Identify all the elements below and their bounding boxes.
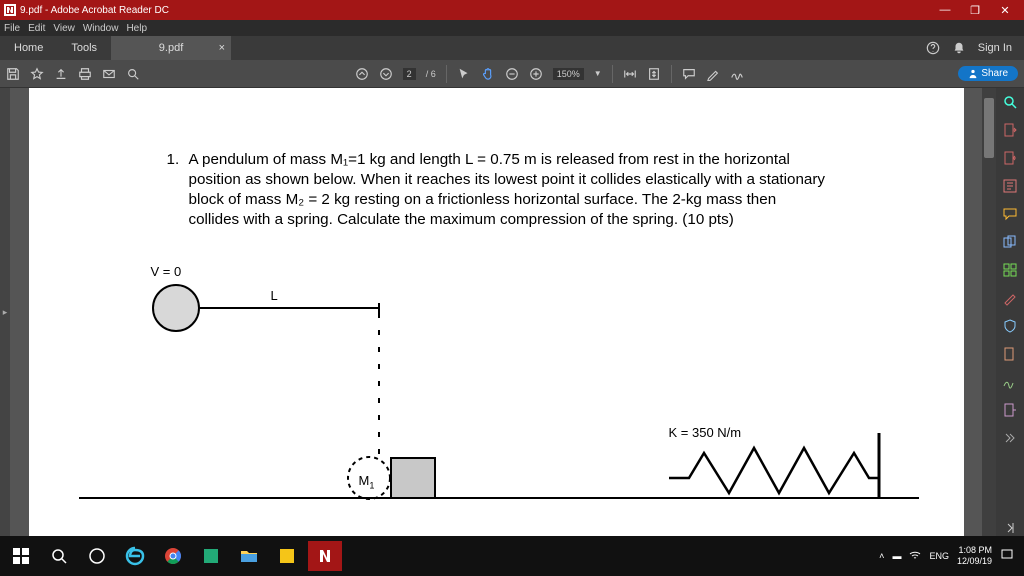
organize-icon[interactable] [1002,262,1018,278]
taskbar: ˄ ▬ ENG 1:08 PM 12/09/19 [0,536,1024,576]
export-pdf-icon[interactable] [1002,122,1018,138]
close-tab-icon[interactable]: × [219,42,225,54]
app2-icon[interactable] [270,541,304,571]
help-icon[interactable] [926,41,940,55]
menu-file[interactable]: File [4,23,20,34]
tabbar: Home Tools 9.pdf × Sign In [0,36,1024,60]
menu-help[interactable]: Help [126,23,147,34]
save-icon[interactable] [6,67,20,81]
comment-icon[interactable] [682,67,696,81]
toolbar: 2 / 6 150% ▼ Share [0,60,1024,88]
right-pane [996,88,1024,536]
convert-icon[interactable] [1002,430,1018,446]
workspace: ▸ 1. A pendulum of mass M₁=1 kg and leng… [0,88,1024,536]
document-area[interactable]: 1. A pendulum of mass M₁=1 kg and length… [10,88,982,536]
scrollbar[interactable] [982,88,996,536]
tab-home[interactable]: Home [0,36,57,60]
start-button[interactable] [4,541,38,571]
menubar: File Edit View Window Help [0,20,1024,36]
zoom-out-icon[interactable] [505,67,519,81]
minimize-button[interactable]: — [930,4,960,16]
cortana-icon[interactable] [80,541,114,571]
notifications-icon[interactable] [1000,548,1014,564]
fill-sign-icon[interactable] [1002,374,1018,390]
close-window-button[interactable]: ✕ [990,4,1020,17]
chrome-icon[interactable] [156,541,190,571]
create-pdf-icon[interactable] [1002,150,1018,166]
diagram [79,268,919,528]
search-taskbar-icon[interactable] [42,541,76,571]
print-icon[interactable] [78,67,92,81]
system-tray[interactable]: ˄ ▬ ENG 1:08 PM 12/09/19 [879,545,1020,567]
problem-number: 1. [167,150,180,170]
more-tools-icon[interactable] [1002,402,1018,418]
search-tool-icon[interactable] [1002,94,1018,110]
tab-document[interactable]: 9.pdf × [111,36,231,60]
language-indicator[interactable]: ENG [929,551,949,561]
star-icon[interactable] [30,67,44,81]
file-explorer-icon[interactable] [232,541,266,571]
page-total: / 6 [426,69,436,79]
app-icon [4,4,16,16]
acrobat-taskbar-icon[interactable] [308,541,342,571]
redact-icon[interactable] [1002,290,1018,306]
tray-chevron-icon[interactable]: ˄ [879,551,884,561]
scroll-thumb[interactable] [984,98,994,158]
titlebar: 9.pdf - Adobe Acrobat Reader DC — ❐ ✕ [0,0,1024,20]
sign-icon[interactable] [730,67,744,81]
upload-icon[interactable] [54,67,68,81]
combine-icon[interactable] [1002,234,1018,250]
menu-edit[interactable]: Edit [28,23,45,34]
menu-view[interactable]: View [53,23,75,34]
hand-icon[interactable] [481,67,495,81]
pointer-icon[interactable] [457,67,471,81]
search-icon[interactable] [126,67,140,81]
problem-text: 1. A pendulum of mass M₁=1 kg and length… [189,150,829,230]
share-button[interactable]: Share [958,66,1018,81]
bell-icon[interactable] [952,41,966,55]
menu-window[interactable]: Window [83,23,119,34]
fit-page-icon[interactable] [647,67,661,81]
pen-icon[interactable] [706,67,720,81]
window-title: 9.pdf - Adobe Acrobat Reader DC [20,5,169,16]
app1-icon[interactable] [194,541,228,571]
fit-width-icon[interactable] [623,67,637,81]
maximize-button[interactable]: ❐ [960,4,990,17]
compress-icon[interactable] [1002,346,1018,362]
page-down-icon[interactable] [379,67,393,81]
comment-tool-icon[interactable] [1002,206,1018,222]
wifi-icon[interactable] [909,549,921,563]
battery-icon[interactable]: ▬ [892,551,901,561]
tab-tools[interactable]: Tools [57,36,111,60]
edit-pdf-icon[interactable] [1002,178,1018,194]
page-up-icon[interactable] [355,67,369,81]
page-number-input[interactable]: 2 [403,68,416,80]
edge-icon[interactable] [118,541,152,571]
nav-pane[interactable]: ▸ [0,88,10,536]
collapse-pane-icon[interactable] [1002,520,1018,536]
pdf-page: 1. A pendulum of mass M₁=1 kg and length… [29,88,964,536]
sign-in-button[interactable]: Sign In [978,42,1012,54]
mail-icon[interactable] [102,67,116,81]
protect-icon[interactable] [1002,318,1018,334]
zoom-dropdown-icon[interactable]: ▼ [594,69,602,78]
clock[interactable]: 1:08 PM 12/09/19 [957,545,992,567]
zoom-in-icon[interactable] [529,67,543,81]
zoom-input[interactable]: 150% [553,68,584,80]
